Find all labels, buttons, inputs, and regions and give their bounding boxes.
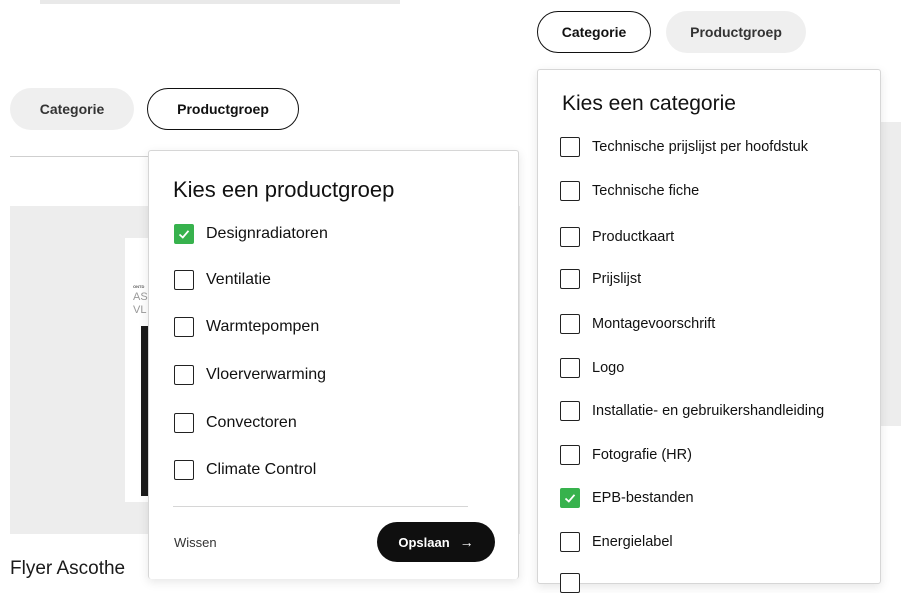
checkbox-option-energielabel[interactable]: Energielabel [560, 532, 673, 552]
thumbnail-text: AS [133, 291, 148, 303]
checkbox[interactable] [174, 365, 194, 385]
checkbox[interactable] [560, 445, 580, 465]
save-button-label: Opslaan [398, 534, 450, 550]
checkbox-label[interactable]: Ventilatie [206, 271, 271, 289]
checkbox[interactable] [560, 488, 580, 508]
checkbox[interactable] [560, 137, 580, 157]
checkbox-option-technische-prijslijst[interactable]: Technische prijslijst per hoofdstuk [560, 137, 808, 157]
checkbox-label[interactable]: Prijslijst [592, 271, 641, 287]
checkbox-label[interactable]: EPB-bestanden [592, 490, 694, 506]
checkbox-option-fotografie-hr[interactable]: Fotografie (HR) [560, 445, 692, 465]
checkbox-label[interactable]: Technische fiche [592, 183, 699, 199]
checkbox[interactable] [560, 269, 580, 289]
checkbox-option-climate-control[interactable]: Climate Control [174, 460, 316, 480]
checkbox-label[interactable]: Climate Control [206, 461, 316, 479]
thumbnail-text: ONTD [133, 284, 145, 289]
checkbox[interactable] [174, 270, 194, 290]
clear-button[interactable]: Wissen [174, 535, 217, 550]
checkbox[interactable] [174, 317, 194, 337]
checkbox-option-convectoren[interactable]: Convectoren [174, 413, 297, 433]
checkbox-option-designradiatoren[interactable]: Designradiatoren [174, 224, 328, 244]
checkbox-option-vloerverwarming[interactable]: Vloerverwarming [174, 365, 326, 385]
dropdown-title: Kies een categorie [562, 92, 736, 115]
checkbox-option-montagevoorschrift[interactable]: Montagevoorschrift [560, 314, 715, 334]
checkbox-label[interactable]: Technische prijslijst per hoofdstuk [592, 139, 808, 155]
checkbox[interactable] [560, 532, 580, 552]
checkbox-label[interactable]: Installatie- en gebruikershandleiding [592, 403, 824, 419]
checkbox[interactable] [174, 460, 194, 480]
checkbox-label[interactable]: Vloerverwarming [206, 366, 326, 384]
filter-pill-productgroep[interactable]: Productgroep [147, 88, 299, 130]
checkmark-icon [564, 494, 576, 503]
checkbox-label[interactable]: Warmtepompen [206, 318, 319, 336]
checkbox[interactable] [560, 573, 580, 593]
checkbox-label[interactable]: Energielabel [592, 534, 673, 550]
page-heading-fragment [40, 0, 400, 4]
thumbnail-text: VL [133, 304, 147, 316]
checkbox-option-ventilatie[interactable]: Ventilatie [174, 270, 271, 290]
checkbox-label[interactable]: Logo [592, 360, 624, 376]
filter-pill-categorie[interactable]: Categorie [10, 88, 134, 130]
checkbox-option-installatie-handleiding[interactable]: Installatie- en gebruikershandleiding [560, 401, 824, 421]
checkbox[interactable] [560, 401, 580, 421]
dropdown-title: Kies een productgroep [173, 177, 395, 202]
checkbox[interactable] [560, 358, 580, 378]
categorie-dropdown: Kies een categorie Technische prijslijst… [537, 69, 881, 593]
checkbox-option-epb-bestanden[interactable]: EPB-bestanden [560, 488, 694, 508]
productgroep-dropdown: Kies een productgroep Designradiatoren V… [148, 150, 519, 579]
checkbox-label[interactable]: Convectoren [206, 414, 297, 432]
save-button[interactable]: Opslaan → [377, 522, 495, 562]
checkbox-option-technische-fiche[interactable]: Technische fiche [560, 181, 699, 201]
checkbox[interactable] [174, 413, 194, 433]
checkbox-label[interactable]: Fotografie (HR) [592, 447, 692, 463]
checkbox-option-logo[interactable]: Logo [560, 358, 624, 378]
product-card-image[interactable] [878, 122, 901, 426]
checkbox-option-warmtepompen[interactable]: Warmtepompen [174, 317, 319, 337]
checkbox-option-prijslijst[interactable]: Prijslijst [560, 269, 641, 289]
divider [10, 156, 150, 157]
product-title[interactable]: Flyer Ascothe [10, 558, 150, 580]
checkbox[interactable] [560, 181, 580, 201]
checkbox[interactable] [174, 224, 194, 244]
checkbox-label[interactable]: Designradiatoren [206, 225, 328, 243]
checkbox-option-productkaart[interactable]: Productkaart [560, 227, 674, 247]
arrow-right-icon: → [459, 534, 474, 550]
checkbox[interactable] [560, 314, 580, 334]
checkmark-icon [178, 230, 190, 239]
checkbox-label[interactable]: Productkaart [592, 229, 674, 245]
checkbox-option-partial[interactable] [560, 573, 580, 593]
filter-pill-productgroep[interactable]: Productgroep [666, 11, 806, 53]
checkbox[interactable] [560, 227, 580, 247]
divider [173, 506, 468, 507]
filter-pill-categorie[interactable]: Categorie [537, 11, 651, 53]
checkbox-label[interactable]: Montagevoorschrift [592, 316, 715, 332]
